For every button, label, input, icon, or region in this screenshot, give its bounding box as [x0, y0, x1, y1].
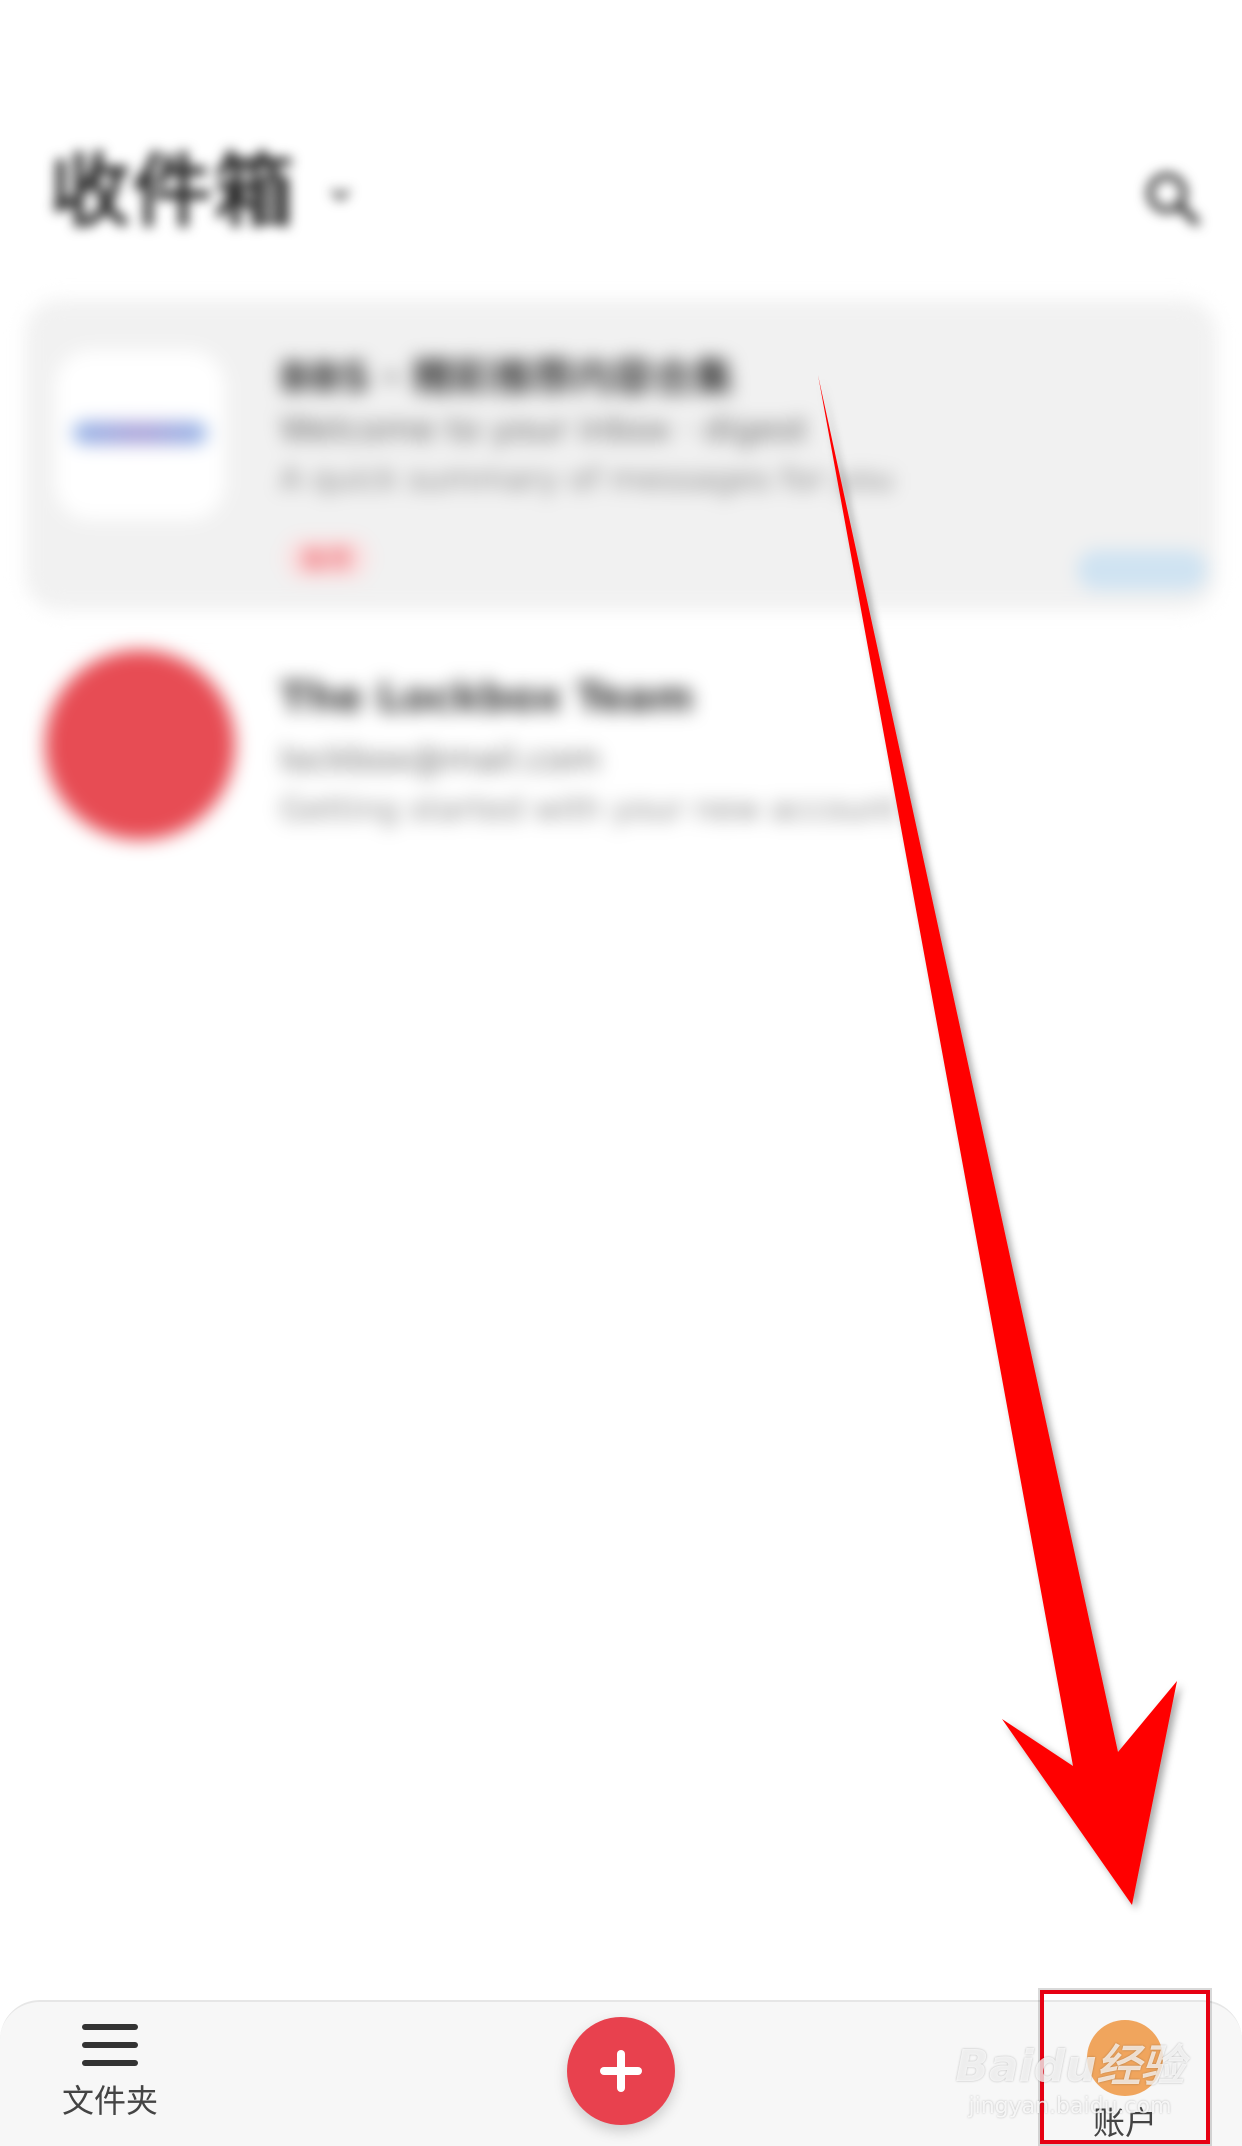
mail-preview: A quick summary of messages for you: [280, 460, 894, 498]
nav-folders-button[interactable]: 文件夹: [55, 2022, 165, 2122]
newsletter-thumbnail: [55, 350, 225, 520]
mail-list-item[interactable]: BBS · 精彩推荐内容合集 Welcome to your inbox · d…: [25, 300, 1217, 610]
mail-action-button[interactable]: [1077, 550, 1207, 590]
mail-tag-badge: 推荐: [285, 538, 370, 579]
mail-subject: Welcome to your inbox · digest: [280, 410, 808, 450]
chevron-down-icon[interactable]: ⌄: [322, 160, 359, 211]
thumbnail-banner: [73, 422, 207, 444]
mail-list-item[interactable]: The Lockbox Team lockbox@mail.com Gettin…: [25, 630, 1217, 910]
inbox-header[interactable]: 收件箱 ⌄: [50, 130, 359, 240]
plus-icon: [600, 2050, 642, 2092]
mail-subject: lockbox@mail.com: [280, 740, 601, 780]
mail-sender: The Lockbox Team: [280, 675, 694, 721]
search-icon[interactable]: [1142, 168, 1202, 228]
compose-button[interactable]: [567, 2017, 675, 2125]
page-title: 收件箱: [50, 145, 296, 238]
sender-avatar: [45, 650, 235, 840]
mail-preview: Getting started with your new account: [280, 790, 898, 828]
annotation-highlight-box: [1040, 1990, 1210, 2144]
menu-icon: [82, 2024, 138, 2066]
mail-sender: BBS · 精彩推荐内容合集: [280, 355, 733, 401]
nav-folders-label: 文件夹: [61, 2082, 158, 2120]
mail-list: BBS · 精彩推荐内容合集 Welcome to your inbox · d…: [25, 300, 1217, 910]
